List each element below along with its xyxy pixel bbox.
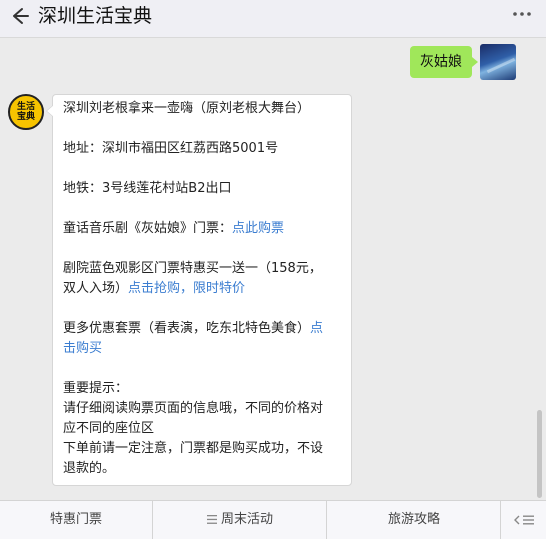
notice-line-3: 下单前请一定注意，门票都是购买成功，不设 <box>63 441 324 456</box>
ticket-line: 童话音乐剧《灰姑娘》门票：点此购票 <box>63 219 341 239</box>
user-message-bubble: 灰姑娘 <box>410 46 478 78</box>
keyboard-toggle[interactable] <box>500 501 546 539</box>
menu-tab-deals[interactable]: 特惠门票 <box>0 501 152 539</box>
promo-line: 剧院蓝色观影区门票特惠买一送一（158元， 双人入场）点击抢购，限时特价 <box>63 259 341 299</box>
menu-tab-weekend[interactable]: 周末活动 <box>152 501 327 539</box>
chat-scrollbar[interactable] <box>537 410 542 498</box>
ticket-buy-link[interactable]: 点此购票 <box>232 221 284 236</box>
venue-line: 深圳刘老根拿来一壶嗨（原刘老根大舞台） <box>63 101 311 116</box>
bot-avatar[interactable]: 生活 宝典 <box>8 94 44 130</box>
notice-line-4: 退款的。 <box>63 461 116 476</box>
address-line: 地址：深圳市福田区红荔西路5001号 <box>63 141 279 156</box>
user-avatar[interactable] <box>480 44 516 80</box>
more-deals-link-part2[interactable]: 击购买 <box>63 341 102 356</box>
notice-line-2: 应不同的座位区 <box>63 421 155 436</box>
back-arrow-icon[interactable] <box>8 5 30 27</box>
promo-buy-link[interactable]: 点击抢购，限时特价 <box>128 281 245 296</box>
menu-tab-weekend-label: 周末活动 <box>220 512 273 527</box>
menu-tab-travel-label: 旅游攻略 <box>387 512 440 527</box>
menu-tab-deals-label: 特惠门票 <box>49 512 102 527</box>
metro-line: 地铁：3号线莲花村站B2出口 <box>63 181 232 196</box>
title-bar: 深圳生活宝典 <box>0 0 546 38</box>
more-dots-icon[interactable] <box>512 11 532 17</box>
bot-avatar-text-line1: 生活 <box>16 102 35 112</box>
ticket-prefix: 童话音乐剧《灰姑娘》门票： <box>63 221 233 236</box>
menu-lines-icon <box>206 515 217 524</box>
more-deals-line: 更多优惠套票（看表演，吃东北特色美食）点击购买 <box>63 319 341 359</box>
bot-avatar-text-line2: 宝典 <box>16 112 35 122</box>
menu-tab-travel[interactable]: 旅游攻略 <box>326 501 501 539</box>
promo-text-2: 双人入场） <box>63 281 129 296</box>
bottom-menu: 特惠门票 周末活动 旅游攻略 <box>0 500 546 539</box>
promo-text-1: 剧院蓝色观影区门票特惠买一送一（158元， <box>63 261 322 276</box>
keyboard-toggle-icon <box>514 515 534 524</box>
notice-line-1: 请仔细阅读购票页面的信息哦，不同的价格对 <box>63 401 324 416</box>
more-deals-link-part1[interactable]: 点 <box>310 321 323 336</box>
page-title: 深圳生活宝典 <box>38 5 153 27</box>
bot-message-bubble: 深圳刘老根拿来一壶嗨（原刘老根大舞台） 地址：深圳市福田区红荔西路5001号 地… <box>46 94 352 486</box>
more-deals-text: 更多优惠套票（看表演，吃东北特色美食） <box>63 321 311 336</box>
notice-title: 重要提示： <box>63 381 129 396</box>
